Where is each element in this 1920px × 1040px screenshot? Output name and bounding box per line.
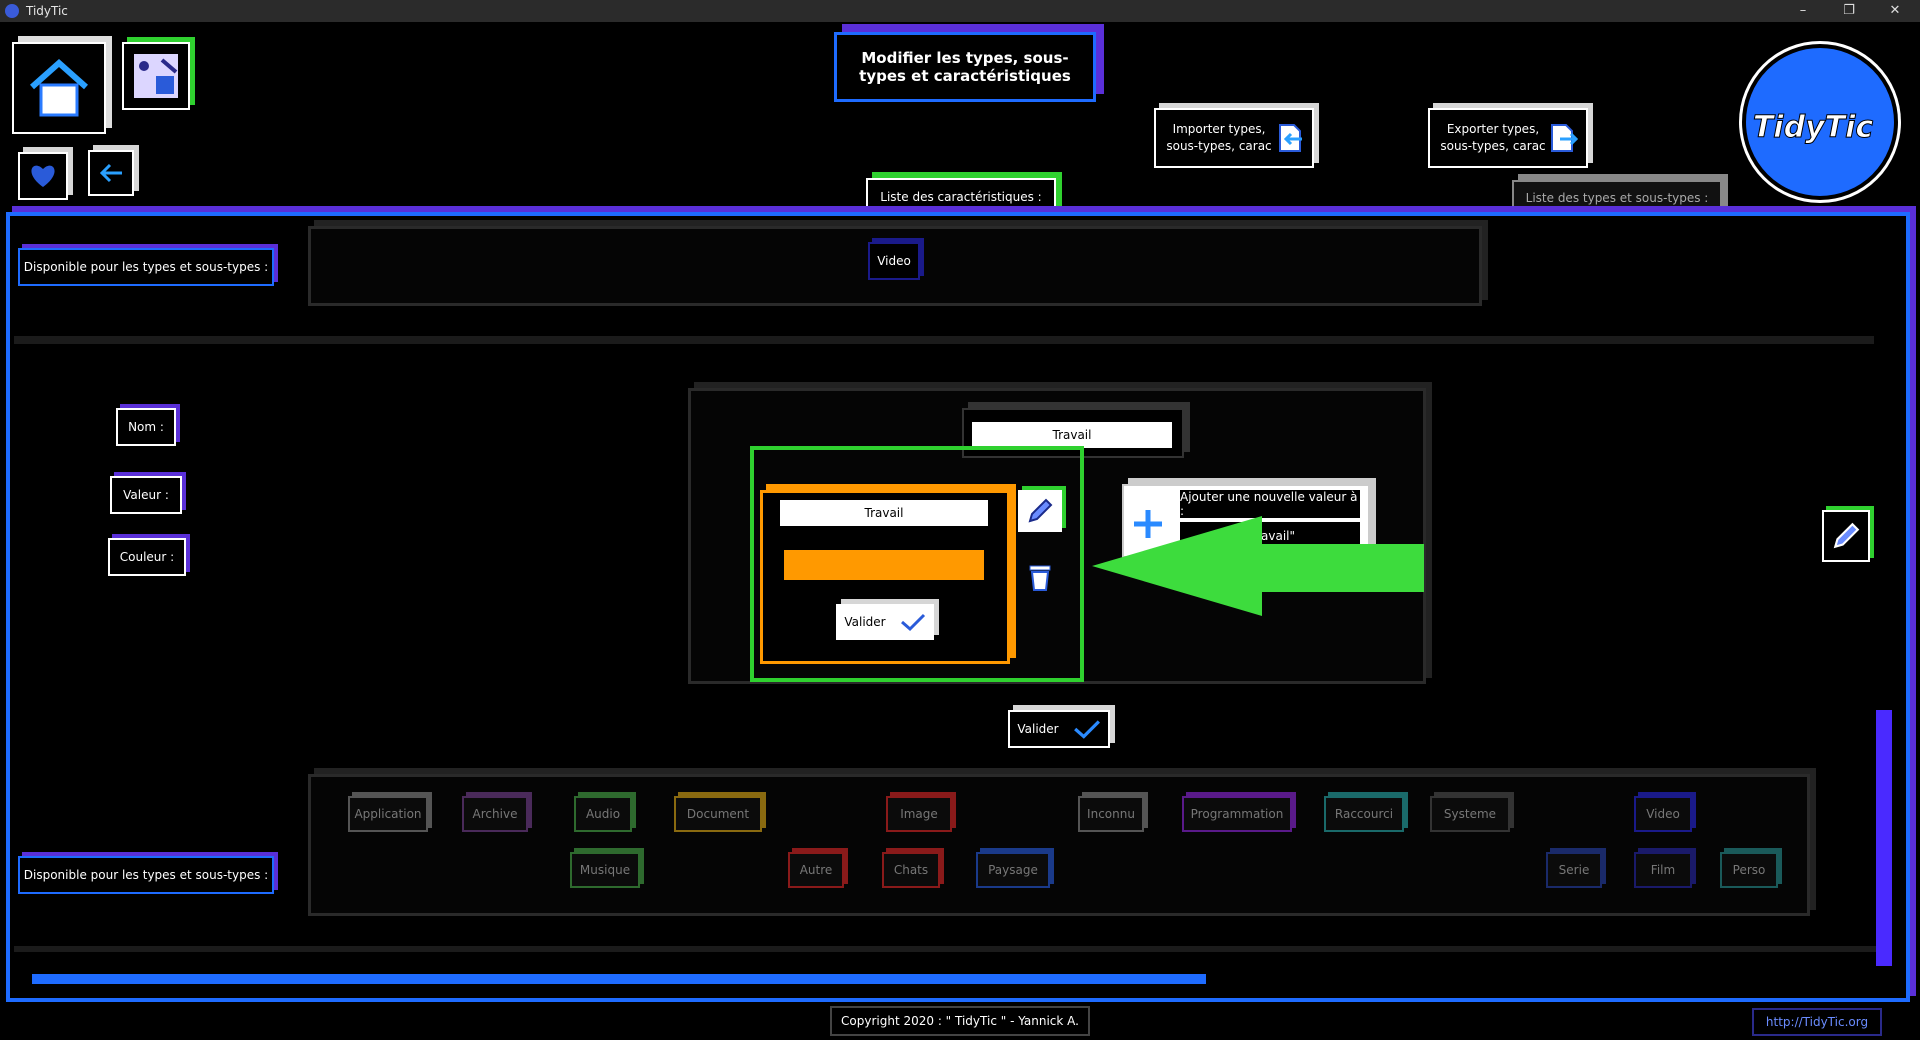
type-chip[interactable]: Video <box>1634 796 1692 832</box>
media-types-button[interactable] <box>122 42 190 110</box>
color-label: Couleur : <box>108 538 186 576</box>
value-label: Valeur : <box>110 476 182 514</box>
name-label: Nom : <box>116 408 176 446</box>
app-logo-icon <box>5 4 19 18</box>
type-chip[interactable]: Application <box>348 796 428 832</box>
validate-label: Valider <box>1017 722 1059 736</box>
edit-value-button[interactable] <box>1018 490 1062 532</box>
edit-characteristic-button[interactable] <box>1822 510 1870 562</box>
type-chip[interactable]: Document <box>674 796 762 832</box>
tab-types[interactable]: Liste des types et sous-types : <box>1512 180 1722 216</box>
tidytic-logo: TidyTic <box>1742 44 1898 200</box>
type-chip[interactable]: Perso <box>1720 852 1778 888</box>
bottom-available-label: Disponible pour les types et sous-types … <box>18 856 274 894</box>
type-chip[interactable]: Raccourci <box>1324 796 1404 832</box>
trash-icon <box>1026 562 1054 592</box>
type-chip[interactable]: Archive <box>462 796 528 832</box>
type-chip[interactable]: Paysage <box>976 852 1050 888</box>
type-chip[interactable]: Image <box>886 796 952 832</box>
name-field[interactable]: Travail <box>972 422 1172 448</box>
top-available-label: Disponible pour les types et sous-types … <box>18 248 274 286</box>
media-types-icon <box>132 52 180 100</box>
pencil-icon <box>1831 521 1861 551</box>
type-chip[interactable]: Programmation <box>1182 796 1292 832</box>
delete-value-button[interactable] <box>1024 560 1056 594</box>
card-validate-label: Valider <box>844 615 886 629</box>
import-label: Importer types, sous-types, carac <box>1166 122 1272 153</box>
card-validate-button[interactable]: Valider <box>836 604 934 640</box>
home-icon <box>24 53 94 123</box>
page-title: Modifier les types, sous-types et caract… <box>834 32 1096 102</box>
back-button[interactable] <box>88 150 134 196</box>
export-button[interactable]: Exporter types, sous-types, carac <box>1428 108 1588 168</box>
home-button[interactable] <box>12 42 106 134</box>
check-icon <box>900 612 926 632</box>
type-chip[interactable]: Film <box>1634 852 1692 888</box>
type-chip[interactable]: Audio <box>574 796 632 832</box>
type-chip[interactable]: Serie <box>1546 852 1602 888</box>
tab-characteristics[interactable]: Liste des caractéristiques : <box>866 178 1056 216</box>
type-chip[interactable]: Systeme <box>1430 796 1510 832</box>
export-file-icon <box>1550 123 1578 153</box>
export-label: Exporter types, sous-types, carac <box>1440 122 1546 153</box>
logo-text: TidyTic <box>1752 109 1874 145</box>
pencil-icon <box>1026 497 1054 525</box>
heart-icon <box>29 163 57 189</box>
green-arrow-annotation <box>1092 516 1424 616</box>
validate-button[interactable]: Valider <box>1008 710 1110 748</box>
title-bar <box>0 0 1920 22</box>
favorites-button[interactable] <box>18 152 68 200</box>
type-chip[interactable]: Inconnu <box>1078 796 1144 832</box>
type-chip[interactable]: Musique <box>570 852 640 888</box>
back-arrow-icon <box>98 162 124 184</box>
add-value-line1: Ajouter une nouvelle valeur à : <box>1180 490 1360 518</box>
minimize-button[interactable]: – <box>1780 0 1826 22</box>
import-file-icon <box>1276 123 1304 153</box>
website-link[interactable]: http://TidyTic.org <box>1752 1008 1882 1036</box>
horizontal-scrollbar[interactable] <box>32 974 1206 984</box>
window-title: TidyTic <box>26 4 68 18</box>
type-chip[interactable]: Chats <box>882 852 940 888</box>
close-button[interactable]: ✕ <box>1872 0 1918 22</box>
import-button[interactable]: Importer types, sous-types, carac <box>1154 108 1314 168</box>
check-icon <box>1073 718 1101 740</box>
vertical-scrollbar[interactable] <box>1876 710 1892 966</box>
top-chip-video[interactable]: Video <box>868 242 920 280</box>
separator-bottom <box>14 946 1876 952</box>
color-swatch[interactable] <box>784 550 984 580</box>
value-input[interactable]: Travail <box>780 500 988 526</box>
bottom-types-panel <box>308 774 1810 916</box>
separator-top <box>14 336 1874 344</box>
maximize-button[interactable]: ❐ <box>1826 0 1872 22</box>
copyright: Copyright 2020 : " TidyTic " - Yannick A… <box>830 1006 1090 1036</box>
type-chip[interactable]: Autre <box>788 852 844 888</box>
